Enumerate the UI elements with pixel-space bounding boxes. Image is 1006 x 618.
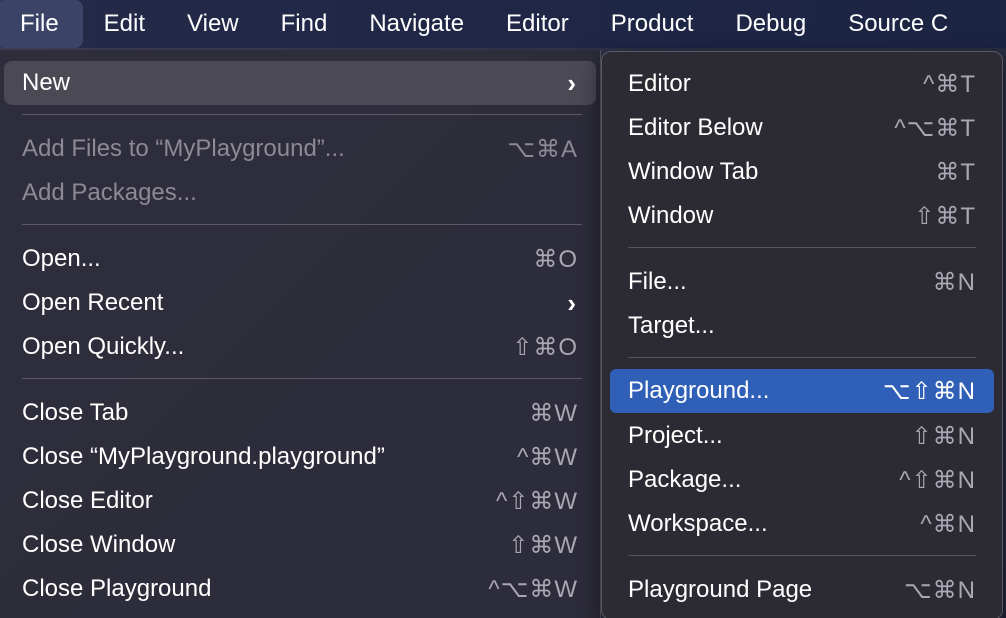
menu-item-new[interactable]: New › — [4, 61, 596, 105]
menu-separator — [628, 247, 976, 248]
menu-item-label: Add Files to “MyPlayground”... — [22, 135, 345, 162]
menu-separator — [628, 357, 976, 358]
menubar-find[interactable]: Find — [260, 0, 349, 48]
menu-separator — [22, 378, 582, 379]
menu-item-label: Window Tab — [628, 158, 759, 185]
menu-item-label: New — [22, 69, 71, 96]
menu-item-label: Window — [628, 202, 714, 229]
menu-item-shortcut: ^⌘T — [923, 70, 976, 98]
menubar-editor[interactable]: Editor — [485, 0, 590, 48]
menu-item-shortcut: ⇧⌘N — [911, 422, 976, 450]
submenu-item-workspace[interactable]: Workspace... ^⌘N — [610, 502, 994, 546]
submenu-item-project[interactable]: Project... ⇧⌘N — [610, 414, 994, 458]
menubar-navigate[interactable]: Navigate — [348, 0, 485, 48]
menu-item-shortcut: ⌘N — [932, 268, 976, 296]
menu-item-shortcut: ⇧⌘W — [508, 531, 578, 559]
menu-item-label: Editor Below — [628, 114, 763, 141]
menu-item-shortcut: ⌥⌘A — [507, 135, 578, 163]
submenu-item-window[interactable]: Window ⇧⌘T — [610, 194, 994, 238]
menubar-file[interactable]: File — [0, 0, 83, 48]
menu-item-shortcut: ^⌥⌘W — [488, 575, 578, 603]
menu-item-add-packages: Add Packages... — [4, 171, 596, 215]
menubar-edit[interactable]: Edit — [83, 0, 166, 48]
menu-item-close-playground-file[interactable]: Close “MyPlayground.playground” ^⌘W — [4, 435, 596, 479]
menu-item-label: Package... — [628, 466, 742, 493]
new-submenu: Editor ^⌘T Editor Below ^⌥⌘T Window Tab … — [601, 51, 1003, 618]
chevron-right-icon: › — [567, 67, 576, 98]
menubar-view[interactable]: View — [166, 0, 260, 48]
menu-item-label: Project... — [628, 422, 723, 449]
menu-item-shortcut: ^⇧⌘W — [495, 487, 578, 515]
menu-item-shortcut: ^⌘N — [920, 510, 976, 538]
menu-item-label: File... — [628, 268, 687, 295]
submenu-item-editor-below[interactable]: Editor Below ^⌥⌘T — [610, 106, 994, 150]
menu-item-label: Target... — [628, 312, 715, 339]
menu-item-open-recent[interactable]: Open Recent › — [4, 281, 596, 325]
chevron-right-icon: › — [567, 287, 576, 318]
menu-item-shortcut: ^⌘W — [517, 443, 578, 471]
menu-item-label: Workspace... — [628, 510, 768, 537]
menu-item-shortcut: ⌘T — [935, 158, 976, 186]
menu-item-close-window[interactable]: Close Window ⇧⌘W — [4, 523, 596, 567]
menu-item-label: Open Recent — [22, 289, 164, 316]
menu-item-close-playground[interactable]: Close Playground ^⌥⌘W — [4, 567, 596, 611]
submenu-item-editor[interactable]: Editor ^⌘T — [610, 62, 994, 106]
file-menu: New › Add Files to “MyPlayground”... ⌥⌘A… — [0, 50, 601, 618]
menubar-debug[interactable]: Debug — [714, 0, 827, 48]
menu-item-open-quickly[interactable]: Open Quickly... ⇧⌘O — [4, 325, 596, 369]
menu-separator — [22, 224, 582, 225]
menu-item-label: Open... — [22, 245, 101, 272]
menu-item-shortcut: ⌘W — [529, 399, 578, 427]
submenu-item-target[interactable]: Target... — [610, 304, 994, 348]
menu-item-label: Close Window — [22, 531, 176, 558]
menubar-source-control[interactable]: Source C — [827, 0, 969, 48]
menu-item-label: Add Packages... — [22, 179, 197, 206]
menu-item-shortcut: ⌘O — [533, 245, 578, 273]
menu-item-shortcut: ⌥⌘N — [904, 576, 976, 604]
menu-item-add-files: Add Files to “MyPlayground”... ⌥⌘A — [4, 127, 596, 171]
menu-item-shortcut: ^⌥⌘T — [894, 114, 976, 142]
menu-item-label: Editor — [628, 70, 691, 97]
menu-item-label: Close “MyPlayground.playground” — [22, 443, 385, 470]
menu-item-label: Playground... — [628, 377, 770, 404]
menu-item-open[interactable]: Open... ⌘O — [4, 237, 596, 281]
menu-separator — [22, 114, 582, 115]
menu-item-label: Close Tab — [22, 399, 129, 426]
menu-item-label: Close Editor — [22, 487, 153, 514]
menu-item-label: Playground Page — [628, 576, 813, 603]
menu-item-shortcut: ⇧⌘O — [512, 333, 578, 361]
submenu-item-package[interactable]: Package... ^⇧⌘N — [610, 458, 994, 502]
menu-item-shortcut: ⇧⌘T — [914, 202, 976, 230]
menu-item-shortcut: ⌥⇧⌘N — [882, 377, 976, 405]
menu-item-label: Open Quickly... — [22, 333, 185, 360]
menu-item-close-tab[interactable]: Close Tab ⌘W — [4, 391, 596, 435]
submenu-item-playground[interactable]: Playground... ⌥⇧⌘N — [610, 369, 994, 413]
menu-item-close-editor[interactable]: Close Editor ^⇧⌘W — [4, 479, 596, 523]
menu-item-label: Close Playground — [22, 575, 212, 602]
menubar-product[interactable]: Product — [590, 0, 715, 48]
submenu-item-window-tab[interactable]: Window Tab ⌘T — [610, 150, 994, 194]
menu-item-shortcut: ^⇧⌘N — [899, 466, 976, 494]
submenu-item-playground-page[interactable]: Playground Page ⌥⌘N — [610, 568, 994, 612]
submenu-item-file[interactable]: File... ⌘N — [610, 260, 994, 304]
menu-separator — [628, 555, 976, 556]
menu-bar: File Edit View Find Navigate Editor Prod… — [0, 0, 1006, 48]
